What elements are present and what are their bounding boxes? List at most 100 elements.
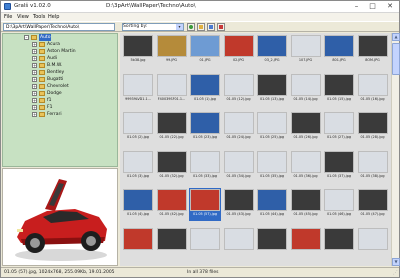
thumbnail-item[interactable]: 01.05 (25).jpg — [256, 111, 288, 144]
thumbnail-image — [190, 227, 220, 250]
menu-view[interactable]: View — [17, 14, 29, 20]
expand-icon[interactable]: + — [32, 91, 37, 96]
thumbnail-item[interactable]: 01.05 (33).jpg — [189, 150, 221, 183]
thumbnail-item[interactable]: 5b38.jpg — [122, 34, 154, 67]
folder-tree[interactable]: – Auto + Acura + Aston Martin + Audi + B.M.W. + B… — [2, 33, 118, 167]
thumbnail-item[interactable] — [156, 227, 188, 260]
maximize-button[interactable]: □ — [366, 2, 379, 11]
tree-item-root[interactable]: – Auto — [3, 34, 117, 41]
thumbnail-item[interactable]: 01.05 (43).jpg — [223, 188, 255, 221]
thumbnail-item[interactable]: 01.05 (46).jpg — [323, 188, 355, 221]
thumbnail-item[interactable]: 01.05 (45).jpg — [290, 188, 322, 221]
thumbnail-item[interactable] — [223, 227, 255, 260]
expand-icon[interactable]: + — [32, 42, 37, 47]
tree-item[interactable]: + Acura — [3, 41, 117, 48]
thumbnail-item[interactable]: 107.JPG — [290, 34, 322, 67]
thumbnail-item[interactable]: 99939LVD1.1... — [122, 73, 154, 106]
thumbnail-item[interactable]: 01.05 (13).jpg — [256, 73, 288, 106]
thumbnail-item[interactable]: 01.05 (24).jpg — [223, 111, 255, 144]
image-button[interactable] — [207, 23, 215, 31]
scroll-thumb[interactable] — [392, 43, 400, 75]
tree-item-label: Bentley — [47, 70, 65, 75]
tree-item[interactable]: + Aston Martin — [3, 48, 117, 55]
resize-grip-icon[interactable]: ⋰ — [391, 270, 398, 277]
thumbnail-item[interactable]: 01.05 (28).jpg — [357, 111, 389, 144]
expand-icon[interactable]: + — [32, 105, 37, 110]
tree-item[interactable]: + Audi — [3, 55, 117, 62]
thumbnail-item[interactable]: 01.05 (3).jpg — [122, 150, 154, 183]
delete-button[interactable] — [217, 23, 225, 31]
thumbnail-item[interactable]: 01.05 (35).jpg — [256, 150, 288, 183]
thumbnail-item[interactable]: 02.JPG — [223, 34, 255, 67]
expand-icon[interactable]: + — [32, 112, 37, 117]
expand-icon[interactable]: + — [32, 84, 37, 89]
thumbnail-item[interactable]: 01.05 (23).jpg — [189, 111, 221, 144]
menu-file[interactable]: File — [4, 14, 12, 20]
thumbnail-item[interactable]: 01.05 (32).jpg — [156, 150, 188, 183]
tree-item[interactable]: + Bentley — [3, 69, 117, 76]
thumbnail-item[interactable]: 01.05 (34).jpg — [223, 150, 255, 183]
thumbnail-item[interactable]: 01.05 (16).jpg — [357, 73, 389, 106]
expand-icon[interactable]: + — [32, 63, 37, 68]
thumbnail-item[interactable]: 01.05 (22).jpg — [156, 111, 188, 144]
thumbnail-item[interactable]: 01.05 (12).jpg — [223, 73, 255, 106]
scroll-down-icon[interactable]: ▼ — [392, 258, 400, 266]
thumbnail-item[interactable]: 03_2.JPG — [256, 34, 288, 67]
path-input[interactable]: D:\3pArt\WallPaper\Techno\Auto\ — [3, 23, 115, 31]
thumbnail-item[interactable]: 01.05 (4).jpg — [122, 188, 154, 221]
app-icon — [4, 3, 11, 10]
close-button[interactable]: ✕ — [382, 2, 398, 11]
thumbnail-item[interactable]: 01.05 (47).jpg — [357, 188, 389, 221]
folder-button[interactable] — [197, 23, 205, 31]
thumbnail-item[interactable] — [323, 227, 355, 260]
menu-help[interactable]: Help — [48, 14, 59, 20]
thumbnail-item[interactable]: 01.05 (27).jpg — [323, 111, 355, 144]
thumbnail-item[interactable] — [256, 227, 288, 260]
thumbnail-caption: 01.05 (12).jpg — [226, 96, 251, 101]
expand-icon[interactable]: + — [32, 49, 37, 54]
thumbnail-item[interactable]: 801.JPG — [323, 34, 355, 67]
vertical-scrollbar[interactable]: ▲ ▼ — [391, 33, 400, 266]
thumbnail-item[interactable]: 01.05 (1).jpg — [189, 73, 221, 106]
thumbnail-caption: 01.05 (32).jpg — [159, 173, 184, 178]
thumbnail-item[interactable]: 01.05 (42).jpg — [156, 188, 188, 221]
expand-icon[interactable]: + — [32, 70, 37, 75]
tree-item[interactable]: + B.M.W. — [3, 62, 117, 69]
thumbnail-item[interactable]: 01.05 (26).jpg — [290, 111, 322, 144]
thumbnail-item[interactable]: 01.05 (15).jpg — [323, 73, 355, 106]
thumbnail-item[interactable]: 01.05 (36).jpg — [290, 150, 322, 183]
title-bar[interactable]: Gralš v1.02.0 D:\3pArt\WallPaper\Techno\… — [1, 1, 399, 13]
thumbnail-item[interactable] — [290, 227, 322, 260]
expand-icon[interactable]: + — [32, 56, 37, 61]
thumbnail-item[interactable]: 8OM.JPG — [357, 34, 389, 67]
menu-tools[interactable]: Tools — [33, 14, 45, 20]
thumbnail-item[interactable]: 99.JPG — [156, 34, 188, 67]
thumbnail-item[interactable] — [122, 227, 154, 260]
thumbnail-item[interactable]: 01.05 (2).jpg — [122, 111, 154, 144]
tree-item[interactable]: + Ferrari — [3, 111, 117, 118]
tree-item[interactable]: + f1 — [3, 97, 117, 104]
thumbnail-image — [123, 73, 153, 96]
tree-item[interactable]: + F1 — [3, 104, 117, 111]
thumbnail-item[interactable]: 01.05 (38).jpg — [357, 150, 389, 183]
scroll-up-icon[interactable]: ▲ — [392, 33, 400, 41]
thumbnail-item[interactable] — [189, 227, 221, 260]
tree-item[interactable]: + Bugatti — [3, 76, 117, 83]
delete-icon — [219, 25, 223, 29]
thumbnail-image — [123, 35, 153, 57]
thumbnail-grid[interactable]: 5b38.jpg 99.JPG 01.JPG 02.JPG 03_2.JPG 107.JP… — [120, 33, 391, 266]
expand-icon[interactable]: + — [32, 98, 37, 103]
thumbnail-item[interactable]: 01.05 (57).jpg — [189, 188, 221, 221]
tree-item[interactable]: + Dodge — [3, 90, 117, 97]
thumbnail-item[interactable]: 01.05 (14).jpg — [290, 73, 322, 106]
tree-item[interactable]: + Chevrolet — [3, 83, 117, 90]
minimize-button[interactable]: – — [350, 2, 363, 11]
thumbnail-image — [156, 150, 187, 173]
thumbnail-item[interactable]: 01.05 (37).jpg — [323, 150, 355, 183]
expand-icon[interactable]: + — [32, 77, 37, 82]
thumbnail-item[interactable]: 01.05 (44).jpg — [256, 188, 288, 221]
thumbnail-item[interactable] — [357, 227, 389, 260]
thumbnail-item[interactable]: F40039SF01.1... — [156, 73, 188, 106]
thumbnail-item[interactable]: 01.JPG — [189, 34, 221, 67]
refresh-button[interactable] — [187, 23, 195, 31]
